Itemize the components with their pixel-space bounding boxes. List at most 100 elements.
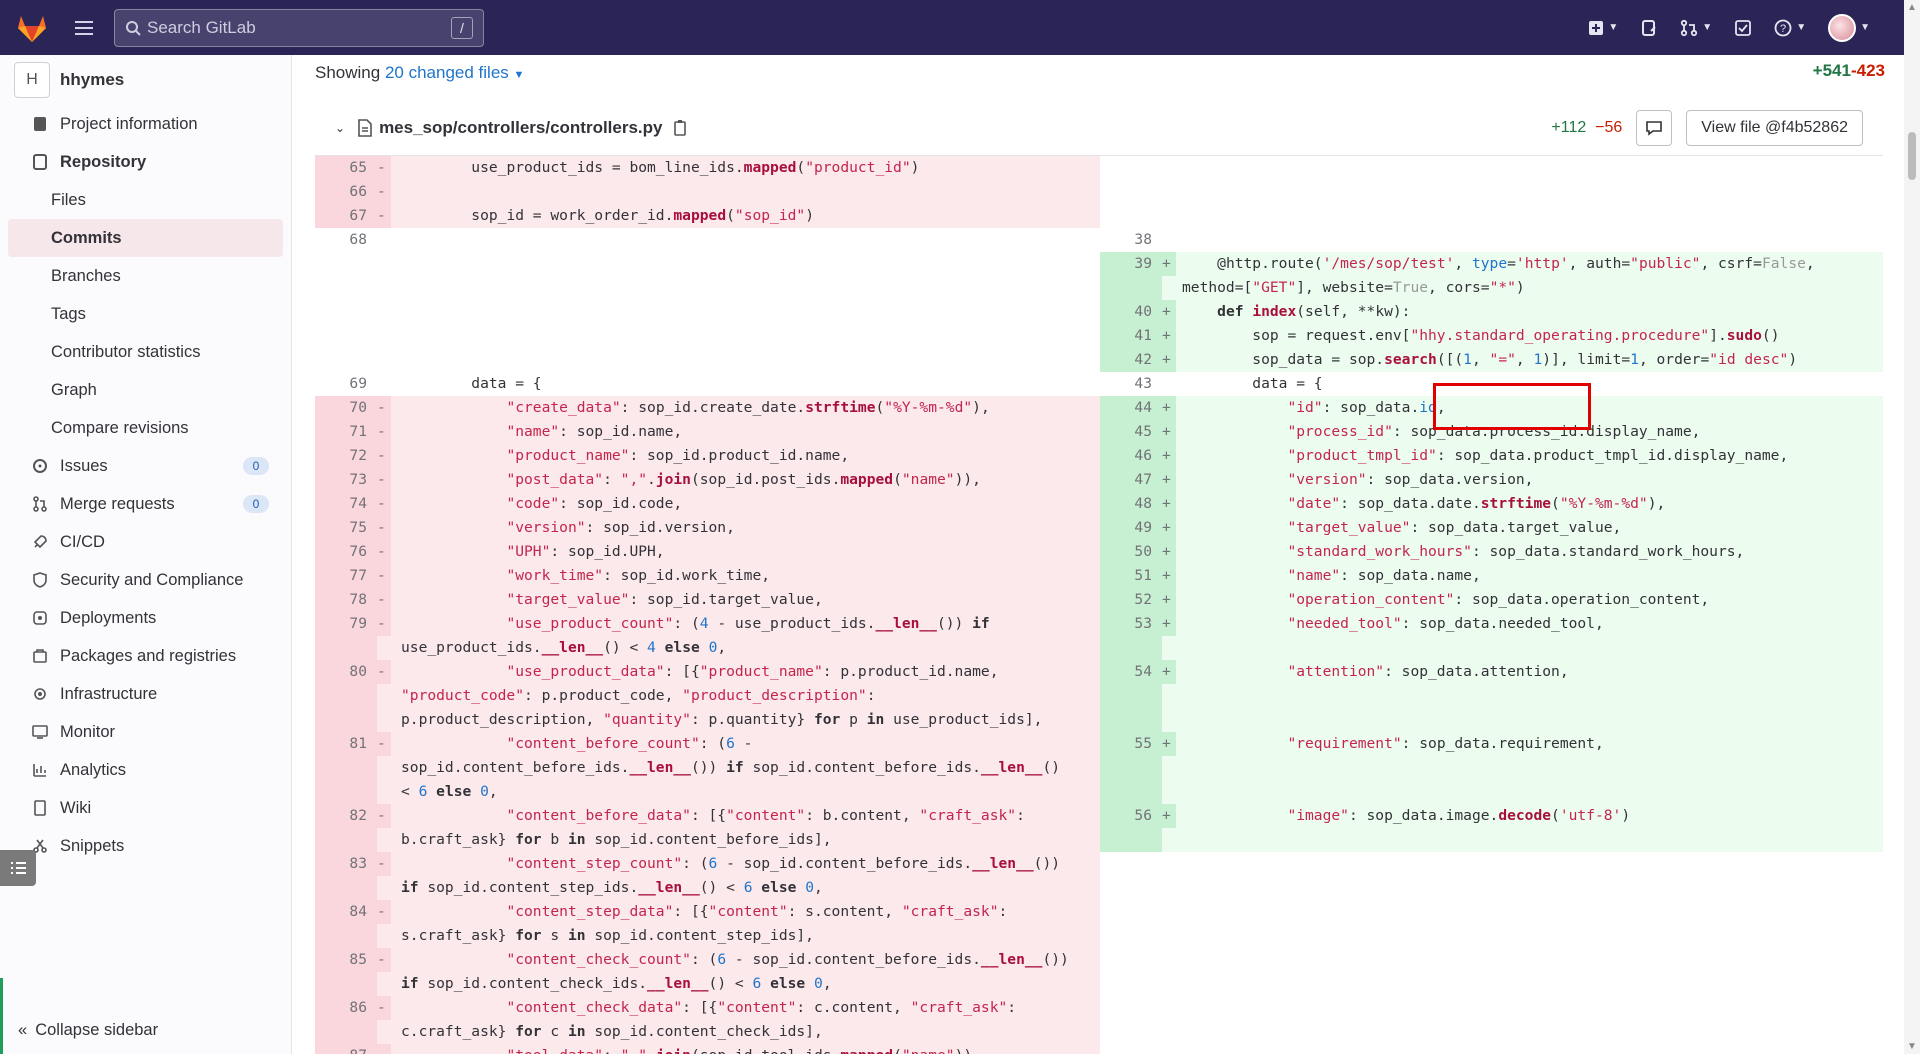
copy-path-icon[interactable] (672, 119, 688, 137)
line-number[interactable]: 82 (315, 804, 377, 852)
sidebar-item-graph[interactable]: Graph (8, 371, 283, 409)
deletion-marker: - (377, 1044, 391, 1054)
sidebar-item-ci-cd[interactable]: CI/CD (8, 523, 283, 561)
sidebar-item-issues[interactable]: Issues 0 (8, 447, 283, 485)
view-file-button[interactable]: View file @f4b52862 (1686, 110, 1863, 146)
line-number[interactable]: 76 (315, 540, 377, 564)
line-number[interactable]: 67 (315, 204, 377, 228)
code-text: "content_before_count": (6 - sop_id.cont… (401, 735, 1061, 800)
line-number[interactable]: 83 (315, 852, 377, 900)
line-number[interactable]: 73 (315, 468, 377, 492)
user-menu-button[interactable]: ▼ (1828, 13, 1870, 42)
line-number[interactable]: 40 (1100, 300, 1162, 324)
diff-line: 66- (315, 180, 1883, 204)
scrollbar-thumb[interactable] (1908, 132, 1916, 180)
sidebar-item-merge-requests[interactable]: Merge requests 0 (8, 485, 283, 523)
scroll-up-icon[interactable]: ▲ (1907, 2, 1917, 13)
todos-button[interactable] (1734, 19, 1752, 37)
line-number[interactable] (1100, 204, 1162, 228)
line-number[interactable]: 75 (315, 516, 377, 540)
line-number[interactable]: 71 (315, 420, 377, 444)
line-number[interactable]: 56 (1100, 804, 1162, 852)
addition-marker: + (1162, 444, 1176, 468)
line-number[interactable]: 49 (1100, 516, 1162, 540)
scroll-down-icon[interactable]: ▼ (1907, 1041, 1917, 1052)
line-number[interactable]: 72 (315, 444, 377, 468)
merge-requests-button[interactable]: ▼ (1680, 19, 1712, 37)
project-header[interactable]: H hhymes (0, 55, 291, 105)
line-number[interactable] (1100, 180, 1162, 204)
changed-files-dropdown[interactable]: 20 changed files (385, 63, 509, 82)
sidebar-item-tags[interactable]: Tags (8, 295, 283, 333)
line-number[interactable]: 52 (1100, 588, 1162, 612)
comment-button[interactable] (1636, 110, 1673, 146)
chevron-down-icon[interactable]: ▼ (514, 69, 525, 81)
line-number[interactable]: 43 (1100, 372, 1162, 396)
gitlab-logo-icon[interactable] (14, 10, 50, 46)
line-number[interactable]: 53 (1100, 612, 1162, 660)
line-number[interactable]: 44 (1100, 396, 1162, 420)
line-number[interactable]: 77 (315, 564, 377, 588)
line-number[interactable]: 48 (1100, 492, 1162, 516)
line-number[interactable]: 81 (315, 732, 377, 804)
addition-marker: + (1162, 348, 1176, 372)
line-number[interactable]: 70 (315, 396, 377, 420)
line-number[interactable]: 87 (315, 1044, 377, 1054)
line-number[interactable]: 51 (1100, 564, 1162, 588)
issues-button[interactable] (1640, 19, 1658, 37)
line-number[interactable]: 85 (315, 948, 377, 996)
sidebar-item-monitor[interactable]: Monitor (8, 713, 283, 751)
code-text: data = { (401, 375, 542, 392)
addition-marker: + (1162, 468, 1176, 492)
collapse-sidebar-button[interactable]: « Collapse sidebar (18, 1021, 158, 1040)
line-number[interactable]: 46 (1100, 444, 1162, 468)
file-additions: +112 (1551, 119, 1587, 136)
sidebar-item-project-information[interactable]: Project information (8, 105, 283, 143)
help-dropdown-button[interactable]: ? ▼ (1774, 19, 1806, 37)
line-number[interactable]: 65 (315, 156, 377, 180)
search-input[interactable]: Search GitLab / (114, 8, 484, 47)
diff-old-side: 82- "content_before_data": [{"content": … (315, 804, 1100, 852)
diff-line: 39 + @http.route('/mes/sop/test', type='h… (315, 252, 1883, 300)
line-number[interactable]: 80 (315, 660, 377, 732)
main-menu-button[interactable] (70, 14, 98, 42)
line-number[interactable]: 42 (1100, 348, 1162, 372)
page-scrollbar[interactable]: ▲ ▼ (1904, 0, 1920, 1054)
line-number[interactable]: 41 (1100, 324, 1162, 348)
line-number[interactable]: 78 (315, 588, 377, 612)
line-number[interactable]: 84 (315, 900, 377, 948)
line-number[interactable]: 38 (1100, 228, 1162, 252)
outline-toggle-button[interactable] (0, 850, 36, 886)
line-number[interactable]: 68 (315, 228, 377, 252)
collapse-file-chevron-icon[interactable]: ⌄ (335, 121, 345, 135)
file-path[interactable]: mes_sop/controllers/controllers.py (379, 118, 662, 138)
line-number[interactable]: 54 (1100, 660, 1162, 732)
line-number[interactable]: 66 (315, 180, 377, 204)
line-number[interactable]: 86 (315, 996, 377, 1044)
sidebar-item-infrastructure[interactable]: Infrastructure (8, 675, 283, 713)
sidebar-item-security-compliance[interactable]: Security and Compliance (8, 561, 283, 599)
line-number[interactable]: 39 (1100, 252, 1162, 300)
sidebar-item-deployments[interactable]: Deployments (8, 599, 283, 637)
sidebar-item-repository[interactable]: Repository (8, 143, 283, 181)
new-dropdown-button[interactable]: ▼ (1588, 20, 1618, 36)
line-number[interactable]: 74 (315, 492, 377, 516)
line-number[interactable]: 50 (1100, 540, 1162, 564)
line-number[interactable]: 69 (315, 372, 377, 396)
sidebar-item-wiki[interactable]: Wiki (8, 789, 283, 827)
line-number[interactable]: 47 (1100, 468, 1162, 492)
line-number[interactable] (1100, 156, 1162, 180)
line-number[interactable]: 79 (315, 612, 377, 660)
deletion-marker: - (377, 540, 391, 564)
sidebar-item-contributor-statistics[interactable]: Contributor statistics (8, 333, 283, 371)
sidebar-item-packages-registries[interactable]: Packages and registries (8, 637, 283, 675)
sidebar-item-commits[interactable]: Commits (8, 219, 283, 257)
sidebar-item-files[interactable]: Files (8, 181, 283, 219)
line-number[interactable]: 45 (1100, 420, 1162, 444)
sidebar-item-analytics[interactable]: Analytics (8, 751, 283, 789)
sidebar-item-branches[interactable]: Branches (8, 257, 283, 295)
sidebar-item-snippets[interactable]: Snippets (8, 827, 283, 865)
line-number[interactable]: 55 (1100, 732, 1162, 804)
sidebar-item-compare-revisions[interactable]: Compare revisions (8, 409, 283, 447)
addition-marker: + (1162, 252, 1176, 276)
